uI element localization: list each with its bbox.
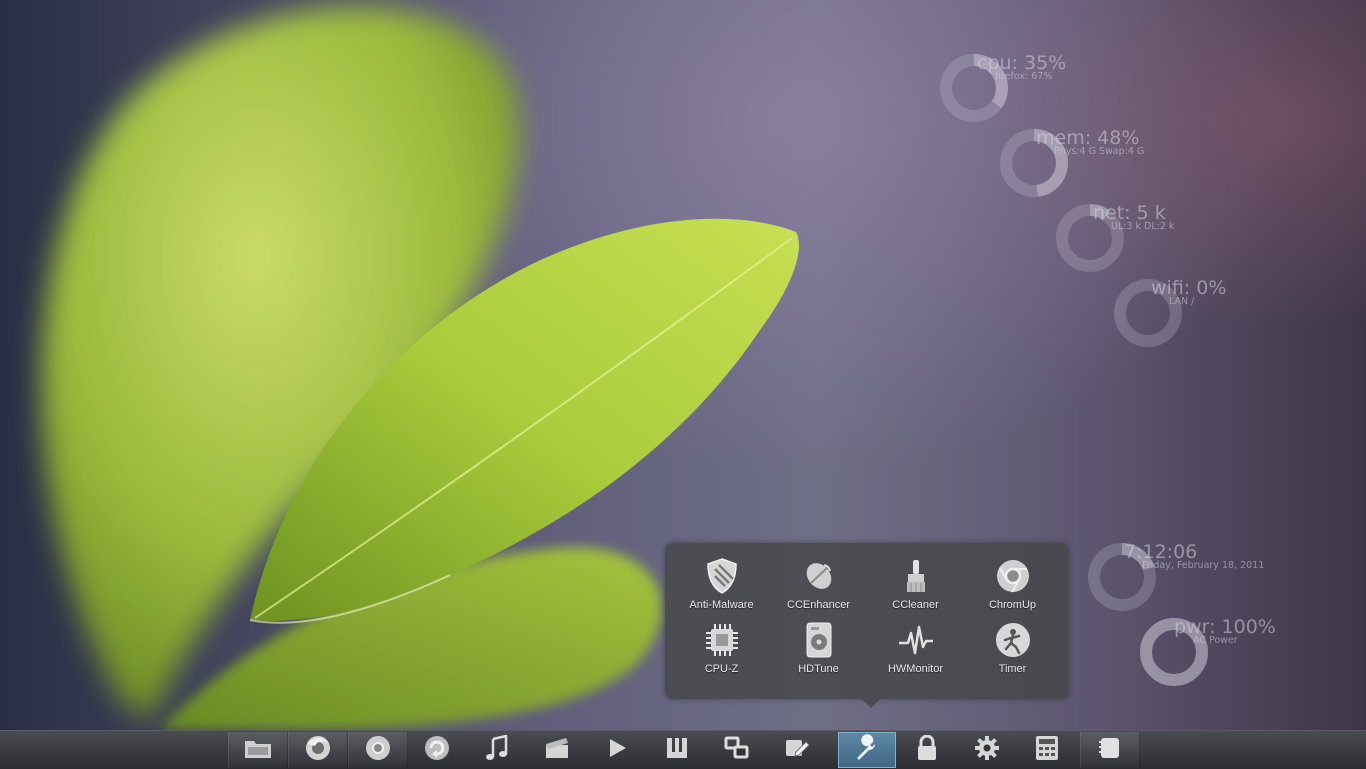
edit-icon xyxy=(784,736,810,764)
mem-monitor: mem: 48% Phys:4 G Swap:4 G xyxy=(998,127,1198,202)
dock-item-utorrent[interactable] xyxy=(648,732,706,768)
utorrent-icon xyxy=(665,736,689,764)
dock-item-windows[interactable] xyxy=(708,732,766,768)
dock-item-chrome[interactable] xyxy=(348,732,408,768)
power-monitor: pwr: 100% AC Power xyxy=(1138,616,1338,691)
app-cpu-z[interactable]: CPU-Z xyxy=(673,621,770,685)
app-ccenhancer[interactable]: CCEnhancer xyxy=(770,557,867,621)
net-monitor: net: 5 k UL:3 k DL:2 k xyxy=(1054,202,1254,277)
app-label: HWMonitor xyxy=(887,663,943,675)
wifi-monitor: wifi: 0% LAN / xyxy=(1112,277,1312,352)
dock-item-update[interactable] xyxy=(408,732,466,768)
pulse-icon xyxy=(898,621,934,659)
firefox-icon xyxy=(305,735,331,765)
stopwatch-icon xyxy=(995,621,1031,659)
app-timer[interactable]: Timer xyxy=(964,621,1061,685)
clock-monitor: 7:12:06 Friday, February 18, 2011 xyxy=(1086,541,1306,616)
chip-icon xyxy=(704,621,740,659)
brush-icon xyxy=(898,557,934,595)
app-hdtune[interactable]: HDTune xyxy=(770,621,867,685)
clapperboard-icon xyxy=(544,737,570,763)
hard-drive-icon xyxy=(801,621,837,659)
calculator-icon xyxy=(1035,735,1059,765)
app-label: CCEnhancer xyxy=(787,599,850,611)
music-icon xyxy=(485,734,509,765)
satellite-dish-icon xyxy=(801,557,837,595)
dock-item-tools[interactable] xyxy=(838,732,896,768)
app-label: Timer xyxy=(998,663,1027,675)
cpu-monitor: cpu: 35% firefox: 67% xyxy=(938,52,1138,127)
app-label: Anti-Malware xyxy=(689,599,754,611)
dock-item-notes[interactable] xyxy=(1080,732,1140,768)
app-ccleaner[interactable]: CCleaner xyxy=(867,557,964,621)
notes-icon xyxy=(1099,736,1121,764)
update-icon xyxy=(424,735,450,765)
wrench-icon xyxy=(853,734,881,766)
shield-icon xyxy=(704,557,740,595)
cpu-sub: firefox: 67% xyxy=(995,71,1053,82)
app-label: HDTune xyxy=(798,663,839,675)
play-icon xyxy=(606,737,628,763)
tools-stack-popup: Anti-Malware CCEnhancer CCleaner ChromUp… xyxy=(665,543,1069,708)
lock-icon xyxy=(916,734,938,765)
dock-item-lock[interactable] xyxy=(898,732,956,768)
power-sub: AC Power xyxy=(1193,635,1238,646)
chrome-icon xyxy=(995,557,1031,595)
dock-item-video[interactable] xyxy=(528,732,586,768)
dock-item-music[interactable] xyxy=(468,732,526,768)
chrome-icon xyxy=(365,735,391,765)
dock-item-settings[interactable] xyxy=(958,732,1016,768)
dock-item-firefox[interactable] xyxy=(288,732,348,768)
gear-icon xyxy=(974,735,1000,765)
app-label: ChromUp xyxy=(988,599,1037,611)
folder-icon xyxy=(244,737,272,763)
net-sub: UL:3 k DL:2 k xyxy=(1111,221,1175,232)
clock-date: Friday, February 18, 2011 xyxy=(1142,560,1265,571)
app-label: CCleaner xyxy=(892,599,939,611)
app-chromup[interactable]: ChromUp xyxy=(964,557,1061,621)
dock-item-calculator[interactable] xyxy=(1018,732,1076,768)
windows-icon xyxy=(724,736,750,764)
mem-sub: Phys:4 G Swap:4 G xyxy=(1054,146,1145,157)
dock-item-player[interactable] xyxy=(588,732,646,768)
dock xyxy=(0,730,1366,769)
dock-item-editor[interactable] xyxy=(768,732,826,768)
wifi-sub: LAN / xyxy=(1169,296,1195,307)
app-hwmonitor[interactable]: HWMonitor xyxy=(867,621,964,685)
dock-item-files[interactable] xyxy=(228,732,288,768)
app-anti-malware[interactable]: Anti-Malware xyxy=(673,557,770,621)
app-label: CPU-Z xyxy=(704,663,739,675)
